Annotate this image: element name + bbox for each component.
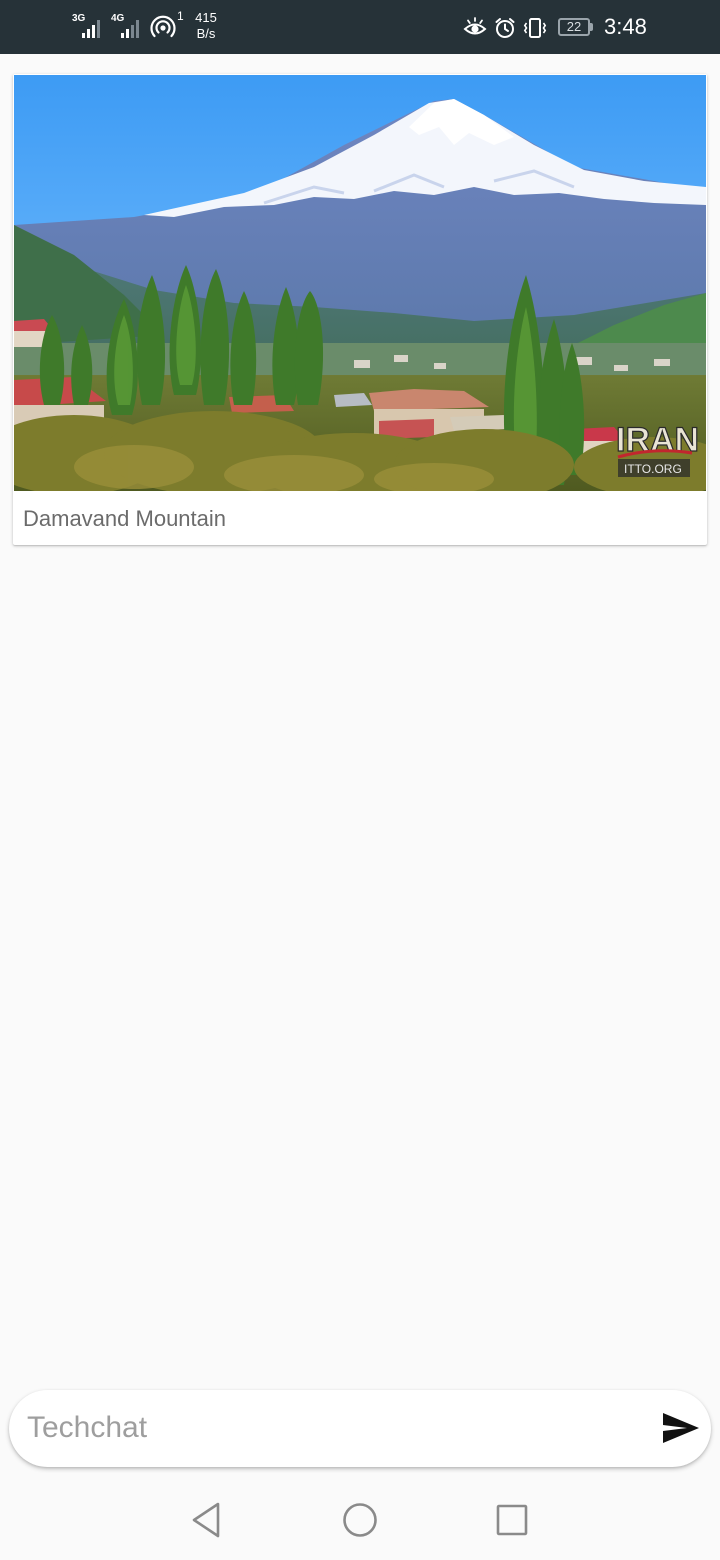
damavand-mountain-photo[interactable]: IRAN ITTO.ORG <box>14 75 706 491</box>
watermark-site: ITTO.ORG <box>624 462 682 476</box>
status-time: 3:48 <box>604 14 647 39</box>
vibrate-icon <box>523 18 547 38</box>
back-icon[interactable] <box>184 1498 228 1542</box>
recents-icon[interactable] <box>490 1498 534 1542</box>
image-message-card[interactable]: IRAN ITTO.ORG Damavand Mountain <box>13 74 707 545</box>
battery-icon: 22 <box>558 16 594 38</box>
network-speed: 415 B/s <box>190 10 222 42</box>
hotspot-count: 1 <box>177 9 184 23</box>
signal-3g-icon: 3G <box>72 14 106 40</box>
network-speed-value: 415 <box>195 10 217 25</box>
battery-level: 22 <box>558 18 590 36</box>
hotspot-icon <box>150 15 176 38</box>
image-caption: Damavand Mountain <box>23 506 227 531</box>
watermark-logo: IRAN ITTO.ORG <box>615 420 700 477</box>
eye-comfort-icon <box>463 17 487 35</box>
network-speed-unit: B/s <box>196 26 216 41</box>
signal-4g-icon: 4G <box>111 14 145 40</box>
home-icon[interactable] <box>338 1498 382 1542</box>
alarm-icon <box>495 18 515 38</box>
system-navigation-bar <box>0 1480 720 1560</box>
message-composer <box>9 1390 711 1467</box>
status-bar: 3G 4G 1 415 B/s 22 3:48 <box>0 0 720 54</box>
message-input[interactable] <box>27 1402 647 1454</box>
send-icon[interactable] <box>661 1410 701 1446</box>
